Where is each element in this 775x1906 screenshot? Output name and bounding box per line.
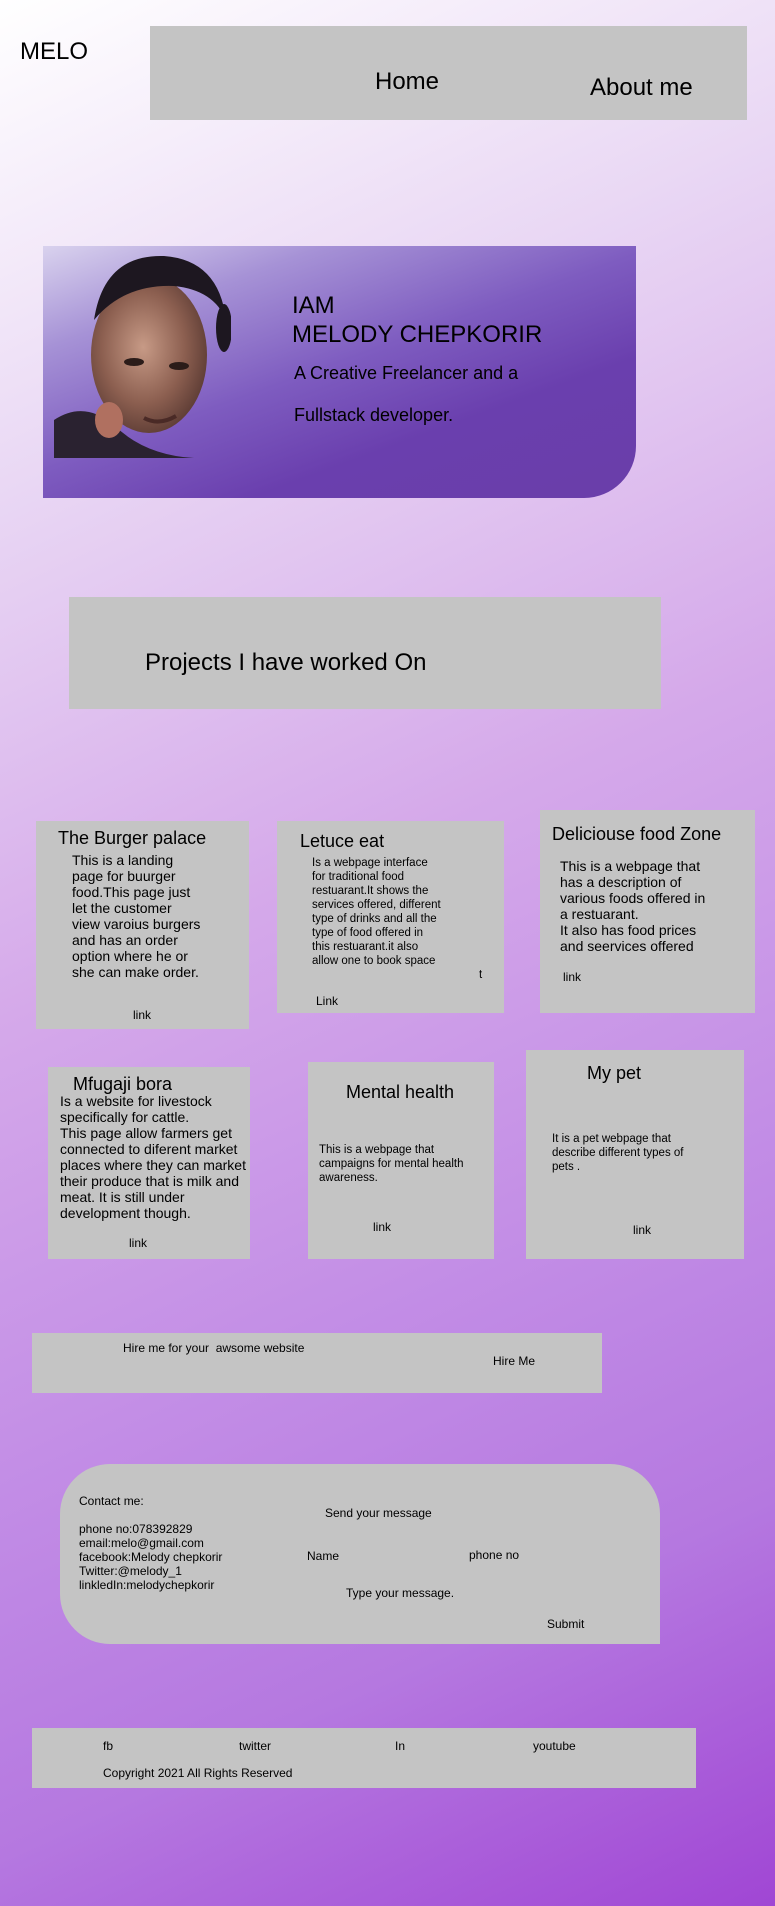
- project-link[interactable]: link: [133, 1008, 151, 1022]
- contact-heading: Contact me:: [79, 1494, 144, 1508]
- project-description: Is a website for livestock specifically …: [60, 1093, 246, 1221]
- contact-phone: phone no:078392829: [79, 1522, 193, 1536]
- nav-about-link[interactable]: About me: [590, 74, 693, 102]
- hero-iam: IAM: [292, 292, 335, 319]
- project-title: My pet: [587, 1063, 642, 1083]
- contact-twitter[interactable]: Twitter:@melody_1: [79, 1564, 222, 1578]
- hero-tagline-2: Fullstack developer.: [294, 405, 454, 425]
- copyright: Copyright 2021 All Rights Reserved: [103, 1766, 293, 1780]
- submit-button[interactable]: Submit: [547, 1617, 584, 1631]
- name-field[interactable]: Name: [307, 1549, 339, 1563]
- project-card-deliciouse-food-zone: Deliciouse food Zone This is a webpage t…: [540, 810, 755, 1013]
- send-message-label: Send your message: [325, 1506, 432, 1520]
- project-description: This is a landing page for buurger food.…: [72, 852, 201, 980]
- project-title: The Burger palace: [58, 828, 207, 848]
- project-link[interactable]: link: [373, 1220, 391, 1234]
- footer-link-youtube[interactable]: youtube: [533, 1739, 576, 1753]
- message-field[interactable]: Type your message.: [346, 1586, 454, 1600]
- projects-title: Projects I have worked On: [145, 649, 427, 676]
- project-link[interactable]: Link: [316, 994, 338, 1008]
- profile-photo: [54, 250, 231, 458]
- project-title: Letuce eat: [300, 831, 385, 851]
- footer-link-fb[interactable]: fb: [103, 1739, 113, 1753]
- footer-link-in[interactable]: In: [395, 1739, 405, 1753]
- project-title: Mental health: [346, 1082, 455, 1102]
- hero-tagline: A Creative Freelancer and a Fullstack de…: [294, 352, 624, 436]
- nav-bar: Home About me: [150, 26, 747, 120]
- footer-link-twitter[interactable]: twitter: [239, 1739, 271, 1753]
- project-description: This is a webpage that has a description…: [560, 858, 710, 954]
- project-description-line-1: This is a webpage that has a description…: [560, 858, 706, 922]
- hire-banner: Hire me for your awsome website Hire Me: [32, 1333, 602, 1393]
- hire-text: Hire me for your awsome website: [123, 1341, 305, 1355]
- contact-info: Contact me: phone no:078392829 email:mel…: [79, 1494, 222, 1592]
- hire-me-button[interactable]: Hire Me: [493, 1354, 535, 1368]
- contact-facebook[interactable]: facebook:Melody chepkorir: [79, 1550, 222, 1564]
- projects-header: Projects I have worked On: [69, 597, 661, 709]
- project-card-mfugaji-bora: Mfugaji bora Is a website for livestock …: [48, 1067, 250, 1259]
- phone-field[interactable]: phone no: [469, 1548, 519, 1562]
- project-description-line-2: This page allow farmers get connected to…: [60, 1125, 246, 1221]
- hero-heading: IAM MELODY CHEPKORIR: [292, 291, 542, 349]
- nav-home-link[interactable]: Home: [375, 68, 439, 96]
- project-link[interactable]: link: [633, 1223, 651, 1237]
- project-title: Mfugaji bora: [73, 1074, 173, 1094]
- project-link[interactable]: link: [129, 1236, 147, 1250]
- contact-linkedin[interactable]: linkledIn:melodychepkorir: [79, 1578, 222, 1592]
- contact-email[interactable]: email:melo@gmail.com: [79, 1536, 222, 1550]
- logo: MELO: [20, 38, 89, 65]
- project-card-letuce-eat: Letuce eat Is a webpage interface for tr…: [277, 821, 504, 1013]
- hero-banner: IAM MELODY CHEPKORIR A Creative Freelanc…: [43, 246, 636, 498]
- footer: fb twitter In youtube Copyright 2021 All…: [32, 1728, 696, 1788]
- project-extra-text: t: [479, 969, 483, 981]
- project-card-burger-palace: The Burger palace This is a landing page…: [36, 821, 249, 1029]
- project-card-my-pet: My pet It is a pet webpage that describe…: [526, 1050, 744, 1259]
- hero-tagline-1: A Creative Freelancer and a: [294, 363, 519, 383]
- project-link[interactable]: link: [563, 970, 581, 984]
- project-description-line-1: Is a website for livestock specifically …: [60, 1093, 212, 1125]
- project-description-line-2: It also has food prices and seervices of…: [560, 922, 697, 954]
- project-description: This is a webpage that campaigns for men…: [319, 1144, 464, 1184]
- project-title: Deliciouse food Zone: [552, 824, 722, 844]
- project-description: It is a pet webpage that describe differ…: [552, 1133, 684, 1173]
- hero-name: MELODY CHEPKORIR: [292, 321, 543, 348]
- contact-section: Contact me: phone no:078392829 email:mel…: [60, 1464, 660, 1644]
- project-description: Is a webpage interface for traditional f…: [312, 857, 441, 967]
- project-card-mental-health: Mental health This is a webpage that cam…: [308, 1062, 494, 1259]
